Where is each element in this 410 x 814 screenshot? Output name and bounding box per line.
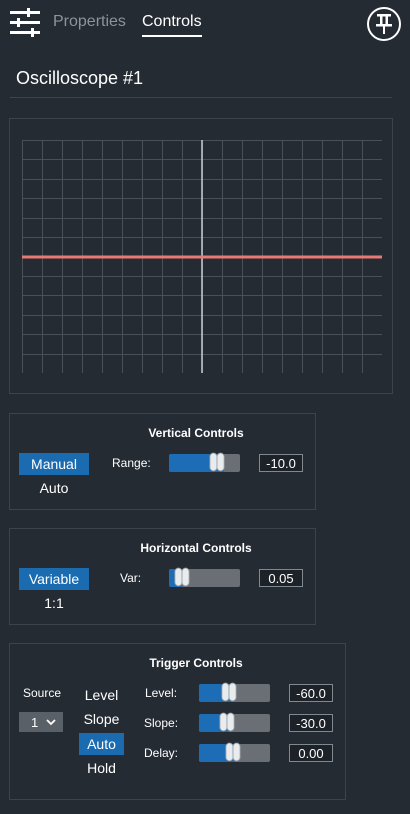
- range-value[interactable]: -10.0: [259, 454, 303, 472]
- source-select-value: 1: [31, 714, 39, 730]
- level-label: Level:: [145, 686, 178, 700]
- slope-slider-thumb[interactable]: [219, 711, 235, 733]
- scope-display: [22, 140, 382, 373]
- delay-slider[interactable]: [199, 741, 270, 763]
- var-slider-thumb[interactable]: [174, 566, 190, 588]
- delay-slider-thumb[interactable]: [225, 741, 241, 763]
- active-tab-indicator: [142, 35, 202, 37]
- level-slider[interactable]: [199, 681, 270, 703]
- range-slider-thumb[interactable]: [209, 451, 225, 473]
- trigger-controls-title: Trigger Controls: [149, 656, 243, 670]
- tab-properties[interactable]: Properties: [53, 13, 126, 31]
- slope-slider[interactable]: [199, 711, 270, 733]
- horizontal-mode-variable[interactable]: Variable: [19, 568, 89, 590]
- divider: [10, 97, 392, 98]
- pin-icon: [376, 14, 392, 34]
- range-label: Range:: [112, 456, 151, 470]
- range-slider[interactable]: [169, 451, 240, 473]
- horizontal-mode-1to1[interactable]: 1:1: [19, 595, 89, 611]
- sliders-icon[interactable]: [10, 8, 40, 38]
- source-label: Source: [23, 686, 62, 700]
- trigger-mode-slope[interactable]: Slope: [78, 711, 125, 727]
- delay-value[interactable]: 0.00: [289, 744, 333, 762]
- source-select[interactable]: 1: [19, 712, 63, 732]
- vertical-mode-auto[interactable]: Auto: [19, 480, 89, 496]
- var-label: Var:: [120, 571, 142, 585]
- trigger-mode-auto[interactable]: Auto: [79, 733, 124, 755]
- delay-label: Delay:: [144, 746, 179, 760]
- pin-button[interactable]: [367, 7, 401, 41]
- chevron-down-icon: [46, 719, 56, 726]
- tab-controls[interactable]: Controls: [142, 13, 202, 31]
- var-slider[interactable]: [169, 566, 240, 588]
- trigger-mode-level[interactable]: Level: [78, 687, 125, 703]
- vertical-mode-manual[interactable]: Manual: [19, 453, 89, 475]
- var-value[interactable]: 0.05: [259, 569, 303, 587]
- slope-label: Slope:: [144, 716, 179, 730]
- page-title: Oscilloscope #1: [16, 68, 144, 88]
- slope-value[interactable]: -30.0: [289, 714, 333, 732]
- vertical-controls-title: Vertical Controls: [148, 426, 244, 440]
- level-slider-thumb[interactable]: [221, 681, 237, 703]
- level-value[interactable]: -60.0: [289, 684, 333, 702]
- horizontal-controls-title: Horizontal Controls: [140, 541, 252, 555]
- trigger-mode-hold[interactable]: Hold: [78, 760, 125, 776]
